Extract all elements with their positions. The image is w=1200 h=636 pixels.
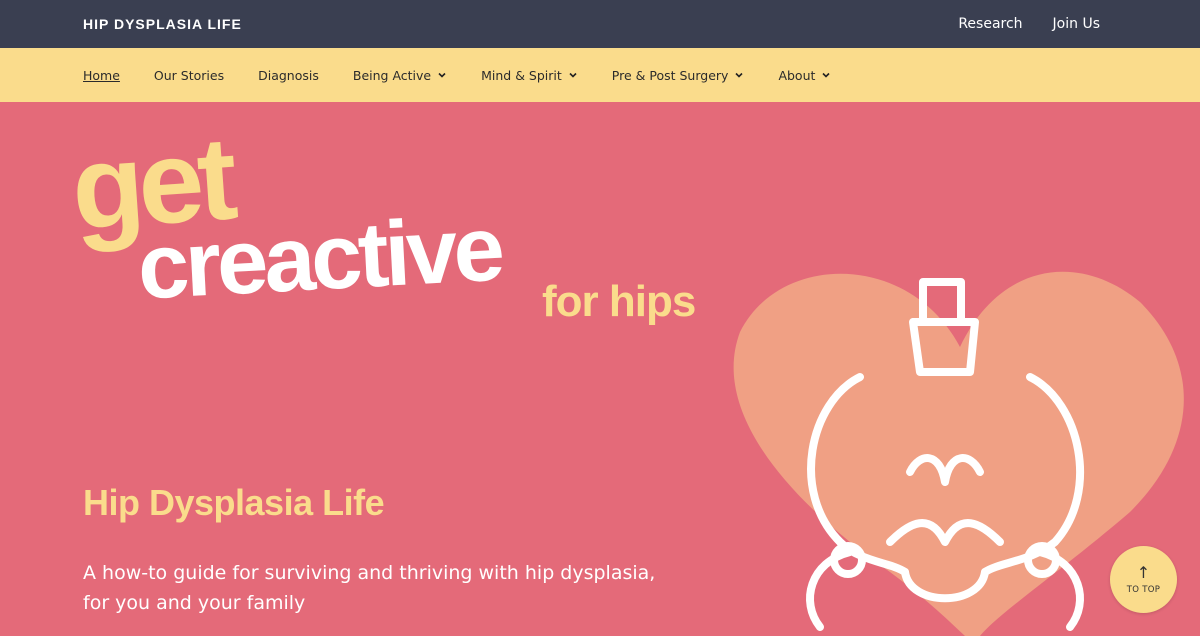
- chevron-down-icon: [735, 72, 744, 78]
- nav-item-label: About: [778, 67, 816, 83]
- join-us-link[interactable]: Join Us: [1053, 16, 1100, 32]
- site-brand[interactable]: HIP DYSPLASIA LIFE: [83, 16, 242, 32]
- hero-heading: Hip Dysplasia Life: [83, 482, 385, 523]
- main-nav: Home Our Stories Diagnosis Being Active …: [0, 48, 1200, 102]
- to-top-button[interactable]: ↑ TO TOP: [1110, 546, 1177, 613]
- hero-section: get creactive for hips Hip Dysplasia Lif…: [0, 102, 1200, 636]
- nav-item-diagnosis[interactable]: Diagnosis: [258, 68, 319, 83]
- get-creactive-wordmark: get creactive for hips: [68, 112, 697, 326]
- top-bar: HIP DYSPLASIA LIFE Research Join Us: [0, 0, 1200, 48]
- nav-item-home[interactable]: Home: [83, 68, 120, 83]
- nav-item-mind-spirit[interactable]: Mind & Spirit: [481, 68, 578, 83]
- nav-item-label: Pre & Post Surgery: [611, 67, 729, 83]
- nav-item-label: Being Active: [352, 67, 432, 83]
- nav-item-about[interactable]: About: [778, 68, 831, 83]
- top-links: Research Join Us: [958, 16, 1100, 32]
- nav-item-label: Mind & Spirit: [481, 67, 562, 83]
- nav-item-being-active[interactable]: Being Active: [353, 68, 447, 83]
- chevron-down-icon: [438, 72, 446, 78]
- research-link[interactable]: Research: [958, 16, 1022, 32]
- wordmark-for-hips: for hips: [542, 277, 695, 326]
- hero-subheading: A how-to guide for surviving and thrivin…: [83, 562, 656, 614]
- nav-item-pre-post-surgery[interactable]: Pre & Post Surgery: [612, 68, 745, 83]
- to-top-label: TO TOP: [1126, 584, 1161, 595]
- nav-item-label: Our Stories: [153, 67, 225, 83]
- nav-item-our-stories[interactable]: Our Stories: [154, 68, 224, 83]
- wordmark-creactive: creactive: [135, 198, 505, 319]
- chevron-down-icon: [822, 72, 830, 78]
- nav-item-label: Home: [83, 67, 120, 83]
- arrow-up-icon: ↑: [1136, 562, 1151, 582]
- chevron-down-icon: [569, 72, 577, 78]
- nav-item-label: Diagnosis: [258, 67, 319, 83]
